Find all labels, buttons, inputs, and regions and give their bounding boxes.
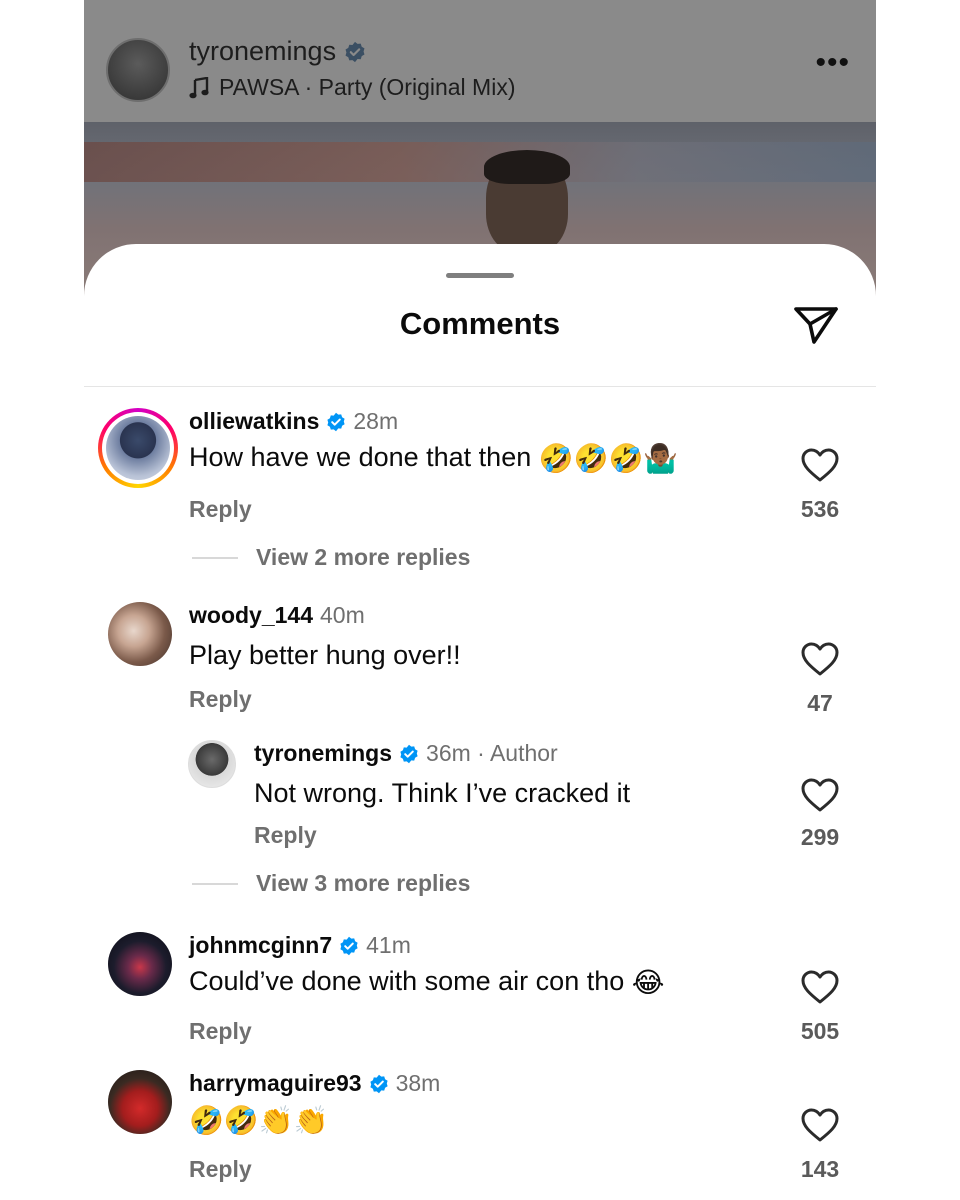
avatar[interactable]: [108, 932, 172, 996]
avatar[interactable]: [188, 740, 236, 788]
reply-button[interactable]: Reply: [189, 1018, 252, 1045]
view-more-replies-button[interactable]: View 2 more replies: [192, 544, 470, 571]
post-music-label: PAWSA · Party (Original Mix): [219, 74, 516, 100]
comment-meta: harrymaguire93 38m: [189, 1070, 440, 1097]
comment-item: olliewatkins 28m How have we done that t…: [84, 408, 876, 571]
heart-outline-icon[interactable]: [800, 446, 840, 486]
post-author-username[interactable]: tyronemings: [189, 36, 336, 67]
view-more-replies-label: View 2 more replies: [256, 544, 471, 570]
comment-text: Not wrong. Think I’ve cracked it: [254, 778, 631, 808]
comment-username[interactable]: harrymaguire93: [189, 1070, 362, 1097]
comments-sheet: Comments olliewatkins 28m How have we do…: [84, 244, 876, 1200]
sheet-divider: [84, 386, 876, 387]
comment-username[interactable]: johnmcginn7: [189, 932, 332, 959]
view-more-replies-button[interactable]: View 3 more replies: [192, 870, 470, 897]
comment-emoji: 🤣🤣🤣🤷🏾‍♂️: [538, 443, 679, 475]
comment-text-content: How have we done that then: [189, 442, 532, 472]
comment-time: 41m: [366, 932, 411, 958]
verified-badge-icon: [340, 936, 358, 955]
post-author[interactable]: tyronemings: [189, 36, 366, 67]
reply-button[interactable]: Reply: [189, 686, 252, 713]
thread-line: [192, 556, 238, 559]
like-count: 505: [800, 1018, 840, 1044]
heart-outline-icon[interactable]: [800, 968, 840, 1008]
like-count: 47: [807, 690, 833, 716]
verified-badge-icon: [345, 41, 365, 62]
verified-badge-icon: [327, 412, 345, 431]
comment-text: Could’ve done with some air con tho 😂: [189, 966, 664, 999]
more-horizontal-icon[interactable]: •••: [815, 48, 850, 78]
comment-time: 36m · Author: [426, 740, 558, 766]
comment-meta: tyronemings 36m · Author: [254, 740, 558, 767]
comment-emoji: 😂: [631, 967, 665, 999]
post-header: tyronemings PAWSA · Party (Original Mix)…: [84, 0, 876, 122]
heart-outline-icon[interactable]: [800, 776, 840, 816]
sheet-grabber[interactable]: [446, 273, 514, 278]
comment-meta: woody_144 40m: [189, 602, 365, 629]
comment-text-content: Could’ve done with some air con tho: [189, 966, 625, 996]
avatar[interactable]: [108, 1070, 172, 1134]
avatar[interactable]: [108, 602, 172, 666]
comment-item: johnmcginn7 41m Could’ve done with some …: [84, 932, 876, 1045]
comment-meta: johnmcginn7 41m: [189, 932, 411, 959]
comment-username[interactable]: tyronemings: [254, 740, 392, 767]
verified-badge-icon: [400, 744, 418, 763]
reply-item: tyronemings 36m · Author Not wrong. Thin…: [84, 740, 876, 896]
verified-badge-icon: [369, 1074, 388, 1093]
comment-item: harrymaguire93 38m 🤣🤣👏👏 Reply 143: [84, 1070, 876, 1190]
music-note-icon: [189, 76, 209, 98]
comment-username[interactable]: woody_144: [189, 602, 313, 629]
reply-button[interactable]: Reply: [189, 496, 252, 523]
post-music[interactable]: PAWSA · Party (Original Mix): [189, 74, 515, 101]
comment-time: 38m: [395, 1070, 441, 1096]
sheet-title: Comments: [399, 306, 561, 341]
like-count: 143: [800, 1156, 840, 1182]
view-more-replies-label: View 3 more replies: [256, 870, 471, 896]
paper-plane-icon[interactable]: [792, 300, 840, 348]
comment-meta: olliewatkins 28m: [189, 408, 398, 435]
app-frame: tyronemings PAWSA · Party (Original Mix)…: [84, 0, 876, 1200]
comment-item: woody_144 40m Play better hung over!! Re…: [84, 602, 876, 716]
post-author-avatar[interactable]: [106, 38, 170, 102]
comment-time: 28m: [353, 408, 399, 434]
like-count: 536: [800, 496, 840, 522]
heart-outline-icon[interactable]: [800, 1106, 840, 1146]
reply-button[interactable]: Reply: [254, 822, 317, 849]
comment-emoji: 🤣🤣👏👏: [189, 1105, 329, 1137]
avatar[interactable]: [106, 416, 170, 480]
comment-text: Play better hung over!!: [189, 640, 461, 670]
comment-text: How have we done that then 🤣🤣🤣🤷🏾‍♂️: [189, 442, 678, 475]
comment-text: 🤣🤣👏👏: [189, 1104, 328, 1137]
reply-button[interactable]: Reply: [189, 1156, 252, 1183]
thread-line: [192, 882, 238, 885]
comment-username[interactable]: olliewatkins: [189, 408, 319, 435]
heart-outline-icon[interactable]: [800, 640, 840, 680]
story-ring[interactable]: [98, 408, 178, 488]
comment-time: 40m: [320, 602, 365, 628]
like-count: 299: [800, 824, 840, 850]
